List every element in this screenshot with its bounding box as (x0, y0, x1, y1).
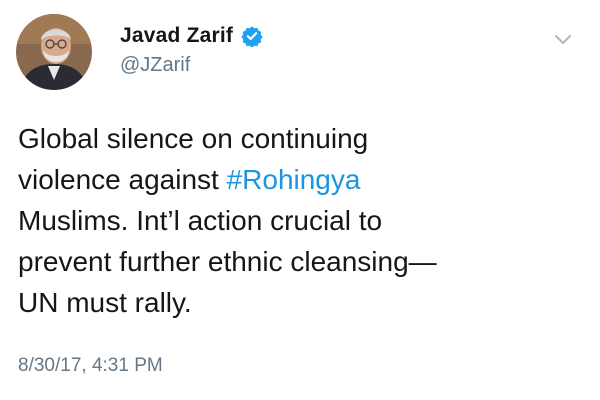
tweet-text-line: violence against #Rohingya (18, 159, 578, 200)
chevron-down-icon[interactable] (552, 28, 574, 50)
text-segment: Muslims. Int’l action crucial to (18, 205, 383, 236)
avatar[interactable] (16, 14, 92, 90)
hashtag-link[interactable]: #Rohingya (227, 164, 361, 195)
tweet-text-line: UN must rally. (18, 282, 578, 323)
tweet-card: Javad Zarif @JZarif Global silence on co… (0, 0, 600, 400)
text-segment: violence against (18, 164, 227, 195)
tweet-text: Global silence on continuing violence ag… (18, 118, 578, 323)
tweet-text-line: Muslims. Int’l action crucial to (18, 200, 578, 241)
display-name[interactable]: Javad Zarif (120, 24, 233, 48)
handle[interactable]: @JZarif (120, 54, 263, 77)
author-info: Javad Zarif @JZarif (120, 22, 263, 77)
tweet-timestamp[interactable]: 8/30/17, 4:31 PM (18, 355, 163, 377)
text-segment: prevent further ethnic cleansing— (18, 246, 437, 277)
display-name-row: Javad Zarif (120, 22, 263, 50)
text-segment: Global silence on continuing (18, 123, 369, 154)
tweet-text-line: Global silence on continuing (18, 118, 578, 159)
avatar-image (16, 14, 92, 90)
tweet-header: Javad Zarif @JZarif (16, 14, 584, 94)
text-segment: UN must rally. (18, 287, 192, 318)
tweet-text-line: prevent further ethnic cleansing— (18, 241, 578, 282)
verified-badge-icon (241, 25, 263, 48)
